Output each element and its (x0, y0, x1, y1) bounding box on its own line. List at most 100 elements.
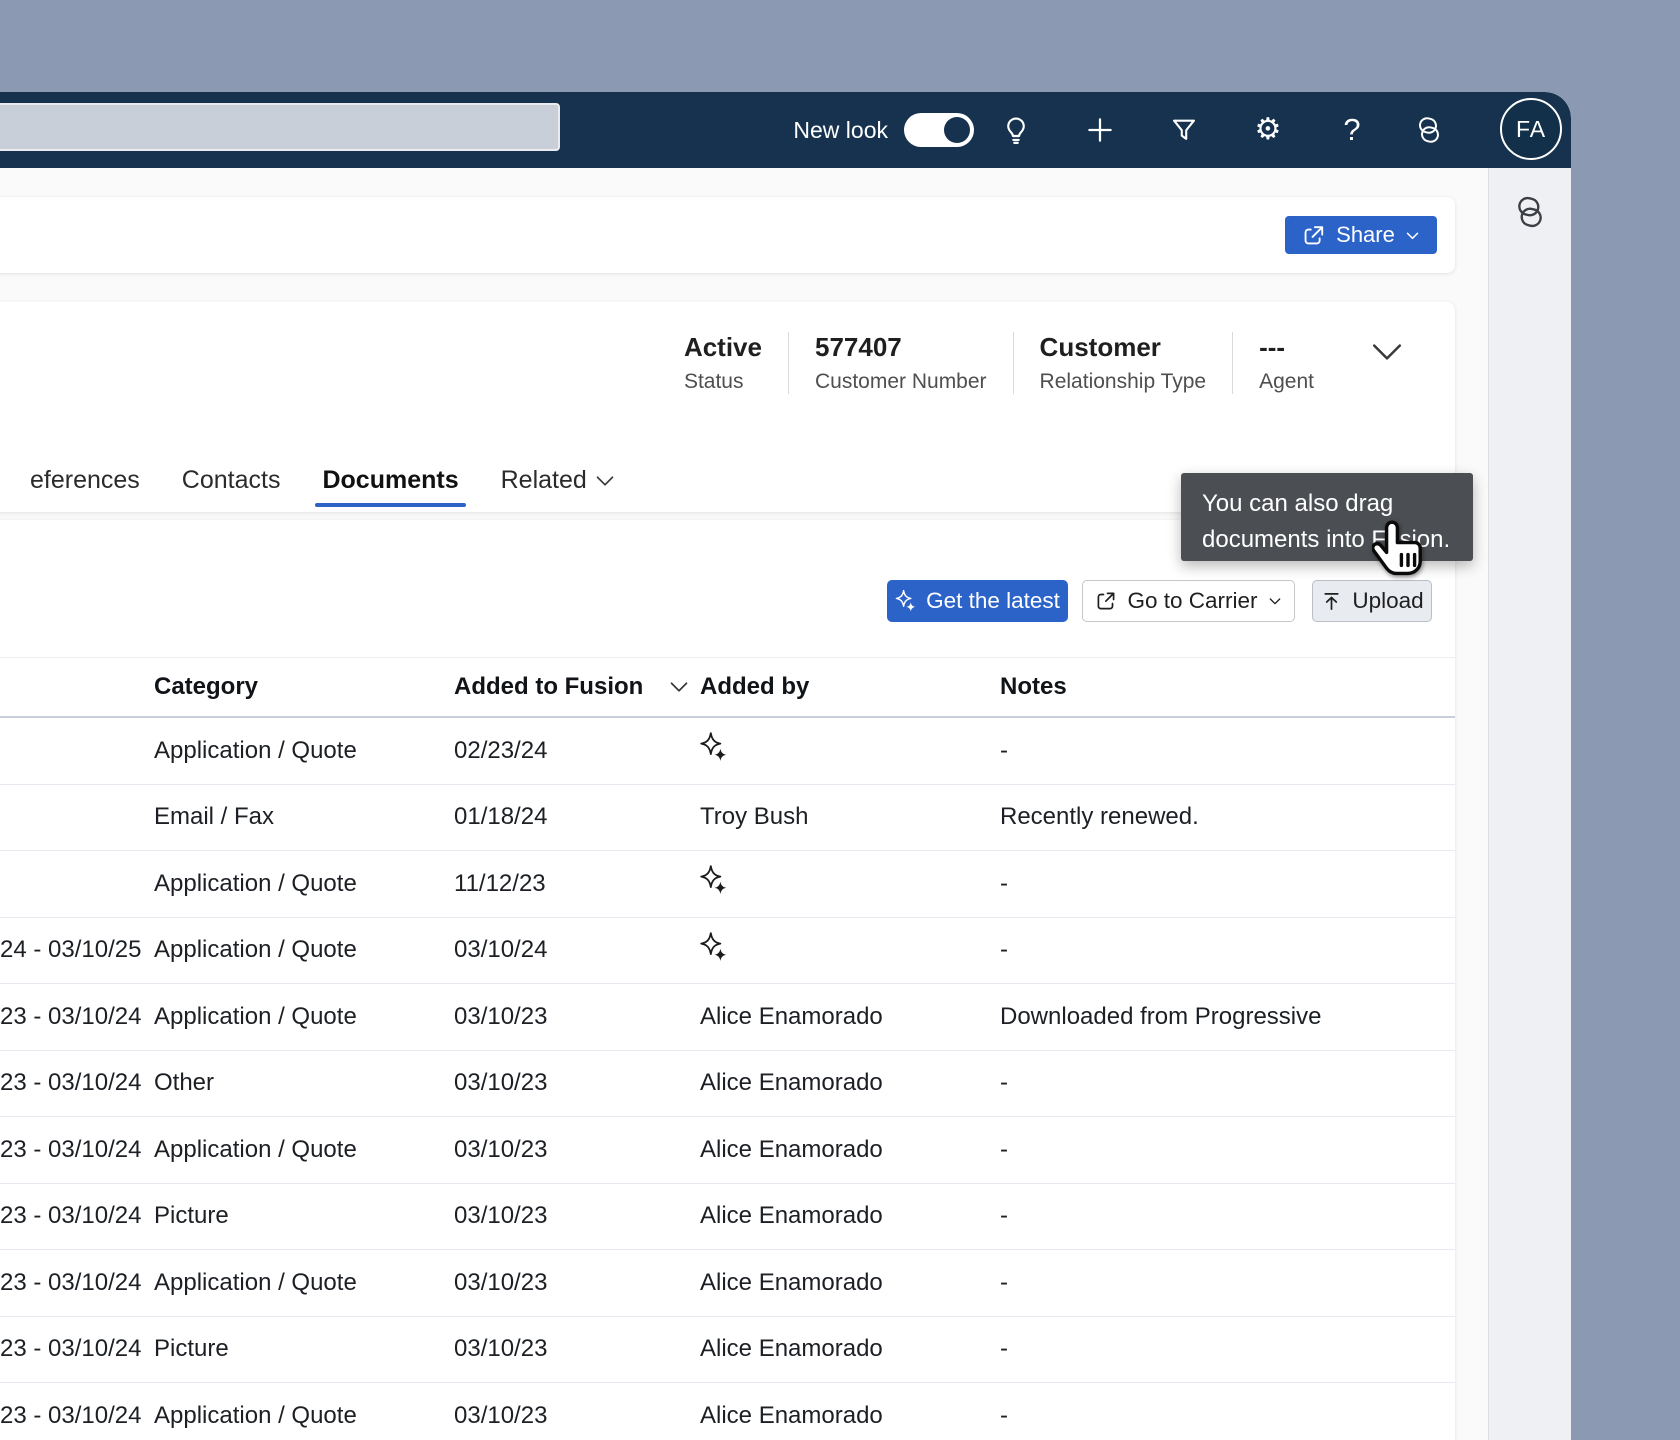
table-header-row: Category Added to Fusion Added by Notes (0, 657, 1455, 718)
copilot-sparkle-icon (700, 731, 728, 770)
tooltip-line-1: You can also drag (1202, 490, 1394, 517)
hand-cursor-pointer (1371, 519, 1428, 586)
tab-contacts[interactable]: Contacts (182, 448, 281, 512)
cell-notes: - (1000, 1069, 1008, 1097)
table-row[interactable]: 24 - 03/10/25 Application / Quote 03/10/24… (0, 917, 1455, 984)
cell-category: Application / Quote (154, 1401, 357, 1429)
cell-added-to-fusion: 11/12/23 (454, 869, 546, 897)
expand-details-chevron-icon[interactable] (1370, 340, 1404, 369)
column-header-label: Category (154, 673, 259, 700)
filter-icon[interactable] (1142, 92, 1226, 168)
column-header-label: Added by (700, 673, 810, 700)
cell-added-by: Alice Enamorado (700, 1268, 883, 1296)
tab-label: Contacts (181, 465, 281, 494)
upload-button[interactable]: Upload (1312, 580, 1432, 622)
copilot-sparkle-icon (700, 931, 728, 970)
tooltip-line-2: documents into Fusion. (1202, 526, 1451, 553)
cell-notes: - (1000, 1335, 1008, 1363)
table-body: Application / Quote 02/23/24 - Email / Fax 0… (0, 718, 1455, 1440)
tab-label: Related (500, 465, 587, 494)
cell-notes: - (1000, 869, 1008, 897)
cell-notes: Recently renewed. (1000, 803, 1199, 831)
cell-added-by: Alice Enamorado (700, 1135, 883, 1163)
column-header-added_by: Added by (670, 673, 975, 701)
table-row[interactable]: Email / Fax 01/18/24 Troy Bush Recently ren… (0, 784, 1455, 851)
cell-notes: - (1000, 1401, 1008, 1429)
help-icon[interactable]: ? (1310, 92, 1394, 168)
chevron-down-icon (1406, 232, 1419, 239)
column-header-category: Category (135, 673, 440, 701)
tab-related[interactable]: Related (501, 448, 615, 512)
cell-added-by: Alice Enamorado (700, 1069, 883, 1097)
navbar-actions: New look ⚙ ? (793, 92, 1464, 168)
top-navigation-bar: New look ⚙ ? FA (0, 92, 1571, 168)
cell-added-to-fusion: 03/10/23 (454, 1401, 548, 1429)
customer-field-customer-number: 577407 Customer Number (787, 332, 1013, 394)
app-window: New look ⚙ ? FA Share Active Status 5774… (0, 92, 1571, 1440)
cell-policy-range: 24 - 03/10/25 (0, 936, 142, 964)
table-row[interactable]: 23 - 03/10/24 Other 03/10/23 Alice Enamorad… (0, 1050, 1455, 1117)
column-header-added_to_fusion[interactable]: Added to Fusion (440, 673, 688, 701)
settings-gear-icon[interactable]: ⚙ (1226, 92, 1310, 168)
cell-notes: Downloaded from Progressive (1000, 1002, 1322, 1030)
cell-category: Email / Fax (154, 803, 275, 831)
screen: { "colors": { "accent_blue": "#2c63c9", … (0, 0, 1680, 1440)
cell-added-to-fusion: 02/23/24 (454, 736, 548, 764)
share-button[interactable]: Share (1285, 216, 1437, 254)
user-avatar[interactable]: FA (1500, 98, 1562, 160)
toggle-knob (944, 117, 970, 143)
avatar-initials: FA (1515, 115, 1547, 142)
copilot-icon[interactable] (1394, 92, 1464, 168)
sparkle-icon (895, 589, 916, 612)
table-row[interactable]: 23 - 03/10/24 Application / Quote 03/10/23… (0, 1383, 1455, 1440)
cell-policy-range: 23 - 03/10/24 (0, 1002, 142, 1030)
chevron-down-icon (595, 466, 615, 495)
table-row[interactable]: Application / Quote 11/12/23 - (0, 851, 1455, 918)
cell-notes: - (1000, 736, 1008, 764)
customer-summary-fields: Active Status 577407 Customer Number Custome… (658, 332, 1340, 394)
copilot-panel-icon[interactable] (1511, 193, 1549, 1440)
tab-preferences[interactable]: eferences (30, 448, 140, 512)
column-header-notes: Notes (975, 673, 1455, 701)
column-header-label: Added to Fusion (454, 673, 644, 700)
share-icon (1304, 226, 1324, 245)
table-row[interactable]: 23 - 03/10/24 Picture 03/10/23 Alice Enamor… (0, 1183, 1455, 1250)
cell-added-by (670, 864, 975, 903)
cell-added-by: Alice Enamorado (700, 1002, 883, 1030)
cell-added-by (670, 731, 975, 770)
tab-documents[interactable]: Documents (315, 448, 466, 512)
table-row[interactable]: Application / Quote 02/23/24 - (0, 718, 1455, 785)
field-value: 577407 (814, 332, 902, 362)
table-row[interactable]: 23 - 03/10/24 Application / Quote 03/10/23… (0, 1117, 1455, 1184)
cell-added-by: Alice Enamorado (700, 1335, 883, 1363)
go-to-carrier-button[interactable]: Go to Carrier (1082, 580, 1295, 622)
go-to-carrier-label: Go to Carrier (1127, 588, 1258, 613)
table-row[interactable]: 23 - 03/10/24 Application / Quote 03/10/23… (0, 1250, 1455, 1317)
cell-policy-range: 23 - 03/10/24 (0, 1135, 142, 1163)
tab-label: eferences (30, 465, 140, 494)
cell-added-to-fusion: 03/10/23 (454, 1202, 548, 1230)
cell-notes: - (1000, 936, 1008, 964)
right-side-rail (1488, 168, 1571, 1440)
cell-category: Application / Quote (154, 936, 357, 964)
cell-notes: - (1000, 1135, 1008, 1163)
cell-category: Other (154, 1069, 215, 1097)
cell-category: Picture (154, 1335, 229, 1363)
table-row[interactable]: 23 - 03/10/24 Application / Quote 03/10/23… (0, 984, 1455, 1051)
table-row[interactable]: 23 - 03/10/24 Picture 03/10/23 Alice Enamor… (0, 1316, 1455, 1383)
cell-policy-range: 23 - 03/10/24 (0, 1335, 142, 1363)
cell-added-by: Troy Bush (700, 803, 809, 831)
upload-label: Upload (1352, 588, 1424, 613)
cell-notes: - (1000, 1202, 1008, 1230)
cell-added-to-fusion: 03/10/24 (454, 936, 548, 964)
new-look-toggle[interactable] (904, 113, 974, 147)
entity-tabs: eferences Contacts Documents Related (0, 448, 615, 512)
field-label: Status (683, 370, 744, 393)
add-icon[interactable] (1058, 92, 1142, 168)
global-search-input[interactable] (0, 103, 560, 151)
chevron-down-icon (1269, 598, 1280, 605)
lightbulb-icon[interactable] (974, 92, 1058, 168)
get-the-latest-button[interactable]: Get the latest (887, 580, 1068, 622)
share-label: Share (1336, 222, 1395, 247)
customer-field-agent: --- Agent (1232, 332, 1340, 394)
